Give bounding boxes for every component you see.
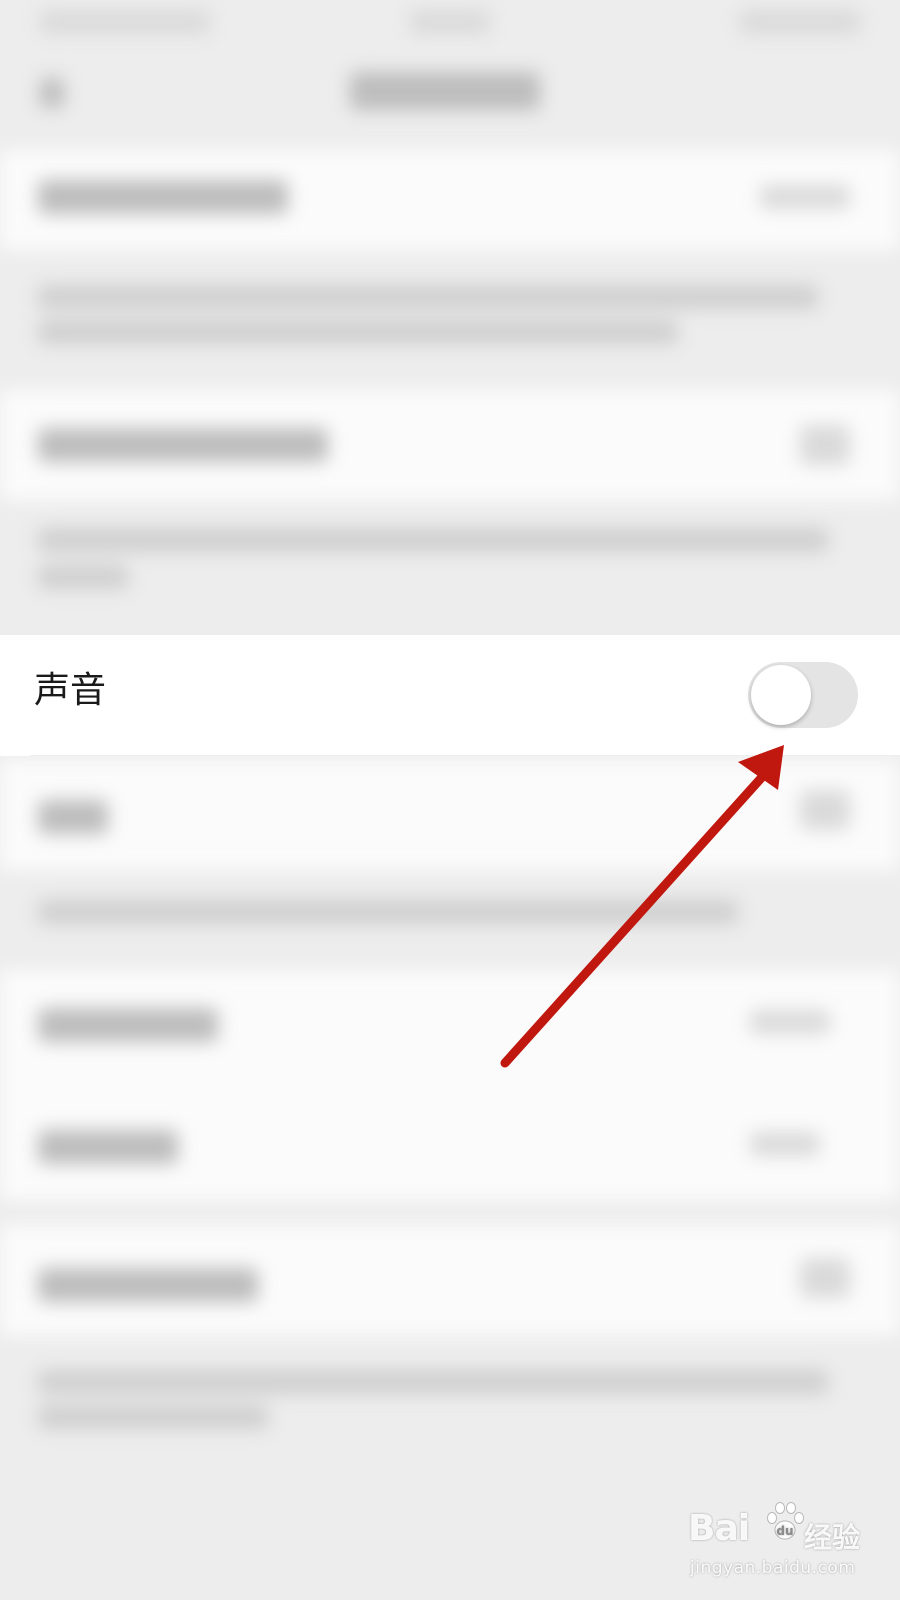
watermark-brand: Bai bbox=[688, 1508, 750, 1549]
paw-icon: du bbox=[767, 1502, 804, 1540]
toggle-knob bbox=[751, 665, 811, 725]
sound-setting-label: 声音 bbox=[34, 670, 107, 711]
watermark-url: jingyan.baidu.com bbox=[690, 1558, 856, 1578]
sound-toggle-switch[interactable] bbox=[748, 662, 858, 728]
sound-setting-row: 声音 bbox=[0, 635, 900, 756]
row-divider bbox=[30, 755, 900, 756]
baidu-jingyan-watermark: Bai du 经验 jingyan.baidu.com bbox=[688, 1498, 868, 1588]
svg-text:du: du bbox=[776, 1524, 793, 1538]
watermark-brand-suffix: 经验 bbox=[804, 1521, 861, 1554]
blurred-background bbox=[0, 0, 900, 1600]
